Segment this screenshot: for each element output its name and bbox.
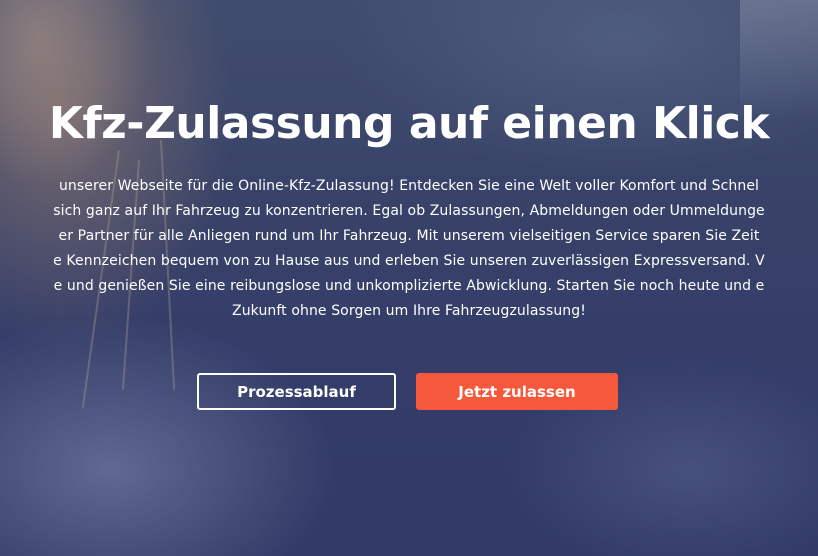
process-flow-button[interactable]: Prozessablauf [197, 373, 396, 410]
intro-line: unserer Webseite für die Online-Kfz-Zula… [58, 178, 760, 194]
intro-line: sich ganz auf Ihr Fahrzeug zu konzentrie… [53, 203, 765, 219]
hero-title: Kfz-Zulassung auf einen Klick [48, 98, 770, 149]
intro-line: e Kennzeichen bequem von zu Hause aus un… [53, 253, 765, 269]
intro-line: e und genießen Sie eine reibungslose und… [53, 278, 765, 294]
intro-line: Zukunft ohne Sorgen um Ihre Fahrzeugzula… [232, 303, 586, 319]
intro-line: er Partner für alle Anliegen rund um Ihr… [58, 228, 760, 244]
hero-section: Kfz-Zulassung auf einen Klick unserer We… [0, 0, 818, 556]
hero-content: Kfz-Zulassung auf einen Klick unserer We… [0, 0, 818, 556]
register-now-button[interactable]: Jetzt zulassen [416, 373, 618, 410]
hero-intro-text: unserer Webseite für die Online-Kfz-Zula… [0, 174, 818, 324]
